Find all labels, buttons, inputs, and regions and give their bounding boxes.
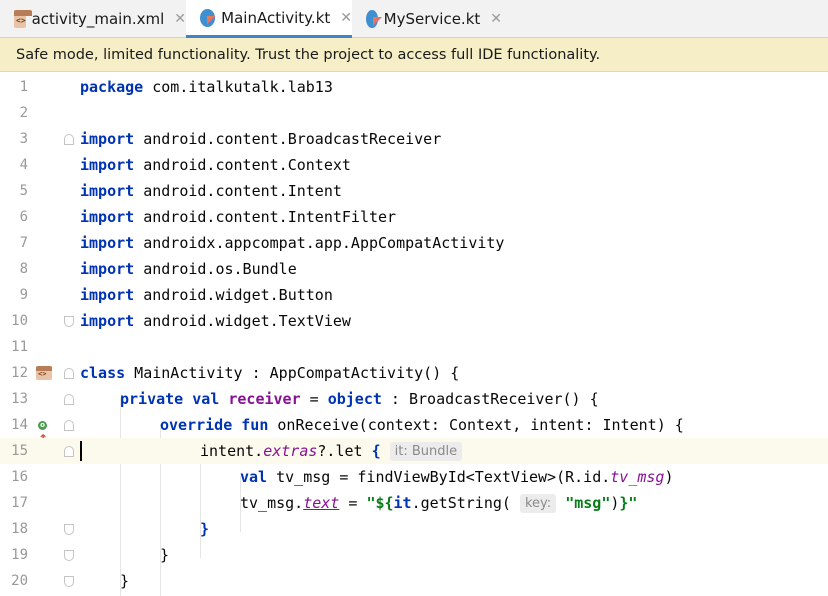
line-number: 9 bbox=[19, 287, 28, 303]
code-text: } bbox=[200, 520, 210, 538]
line-number: 10 bbox=[11, 313, 28, 329]
code-text: tv_msg.text = "${it.getString( key: "msg… bbox=[240, 494, 638, 513]
kotlin-class-icon bbox=[200, 8, 216, 27]
line-number: 19 bbox=[11, 547, 28, 563]
fold-toggle-icon[interactable] bbox=[64, 446, 74, 457]
code-line: 6 import android.content.IntentFilter bbox=[0, 204, 828, 230]
code-text: override fun onReceive(context: Context,… bbox=[160, 416, 684, 434]
code-text: import android.content.Context bbox=[80, 156, 351, 174]
code-line: 19 } bbox=[0, 542, 828, 568]
fold-toggle-icon[interactable] bbox=[64, 524, 74, 535]
line-number: 5 bbox=[19, 183, 28, 199]
safe-mode-banner: Safe mode, limited functionality. Trust … bbox=[0, 38, 828, 72]
fold-toggle-icon[interactable] bbox=[64, 394, 74, 405]
close-icon[interactable]: ✕ bbox=[174, 11, 186, 27]
code-line: 12 class MainActivity : AppCompatActivit… bbox=[0, 360, 828, 386]
override-method-icon[interactable]: o↑ bbox=[38, 418, 54, 446]
code-line-current: 15 intent.extras?.let { it: Bundle bbox=[0, 438, 828, 465]
close-icon[interactable]: ✕ bbox=[340, 10, 352, 26]
xml-file-icon bbox=[14, 10, 32, 28]
line-number: 14 bbox=[11, 417, 28, 433]
code-text: intent.extras?.let { it: Bundle bbox=[200, 438, 463, 464]
banner-text: Safe mode, limited functionality. Trust … bbox=[16, 46, 601, 63]
code-text: import android.widget.Button bbox=[80, 286, 333, 304]
code-text: import android.os.Bundle bbox=[80, 260, 297, 278]
code-text: import android.content.BroadcastReceiver bbox=[80, 130, 442, 148]
line-number: 4 bbox=[19, 157, 28, 173]
code-line: 17 tv_msg.text = "${it.getString( key: "… bbox=[0, 490, 828, 516]
tab-label: MyService.kt bbox=[383, 10, 481, 28]
tab-my-service-kt[interactable]: MyService.kt ✕ bbox=[352, 0, 502, 38]
code-line: 20 } bbox=[0, 568, 828, 594]
fold-toggle-icon[interactable] bbox=[64, 420, 74, 431]
code-line: 10 import android.widget.TextView bbox=[0, 308, 828, 334]
fold-toggle-icon[interactable] bbox=[64, 316, 74, 327]
fold-toggle-icon[interactable] bbox=[64, 576, 74, 587]
code-text: import android.content.Intent bbox=[80, 182, 342, 200]
line-number: 3 bbox=[19, 131, 28, 147]
line-number: 16 bbox=[11, 469, 28, 485]
line-number: 6 bbox=[19, 209, 28, 225]
class-layout-icon[interactable] bbox=[36, 366, 52, 380]
code-text: class MainActivity : AppCompatActivity()… bbox=[80, 364, 460, 382]
kotlin-class-icon bbox=[366, 10, 378, 28]
line-number: 18 bbox=[11, 521, 28, 537]
line-number: 1 bbox=[19, 79, 28, 95]
fold-toggle-icon[interactable] bbox=[64, 368, 74, 379]
code-line: 18 } bbox=[0, 516, 828, 542]
code-line: 2 bbox=[0, 100, 828, 126]
tab-activity-main-xml[interactable]: activity_main.xml ✕ bbox=[0, 0, 186, 38]
code-line: 3 import android.content.BroadcastReceiv… bbox=[0, 126, 828, 152]
line-number: 7 bbox=[19, 235, 28, 251]
fold-toggle-icon[interactable] bbox=[64, 550, 74, 561]
inlay-hint: key: bbox=[519, 494, 557, 513]
code-line: 7 import androidx.appcompat.app.AppCompa… bbox=[0, 230, 828, 256]
editor-tab-bar: activity_main.xml ✕ MainActivity.kt ✕ My… bbox=[0, 0, 828, 38]
line-number: 12 bbox=[11, 365, 28, 381]
line-number: 15 bbox=[11, 443, 28, 459]
tab-label: MainActivity.kt bbox=[221, 8, 331, 27]
code-line: 1 package com.italkutalk.lab13 bbox=[0, 74, 828, 100]
code-line: 11 bbox=[0, 334, 828, 360]
close-icon[interactable]: ✕ bbox=[490, 11, 502, 27]
code-line: 8 import android.os.Bundle bbox=[0, 256, 828, 282]
text-caret bbox=[80, 441, 82, 461]
code-text: import android.content.IntentFilter bbox=[80, 208, 397, 226]
line-number: 13 bbox=[11, 391, 28, 407]
code-text: import android.widget.TextView bbox=[80, 312, 351, 330]
code-text: package com.italkutalk.lab13 bbox=[80, 78, 333, 96]
code-text: } bbox=[120, 572, 130, 590]
line-number: 17 bbox=[11, 495, 28, 511]
code-line: 16 val tv_msg = findViewById<TextView>(R… bbox=[0, 464, 828, 490]
line-number: 11 bbox=[11, 339, 28, 355]
tab-label: activity_main.xml bbox=[31, 10, 165, 28]
line-number: 2 bbox=[19, 105, 28, 121]
code-text: } bbox=[160, 546, 170, 564]
fold-toggle-icon[interactable] bbox=[64, 134, 74, 145]
tab-main-activity-kt[interactable]: MainActivity.kt ✕ bbox=[186, 0, 352, 38]
inlay-hint: it: Bundle bbox=[389, 442, 463, 461]
code-line: 4 import android.content.Context bbox=[0, 152, 828, 178]
code-editor[interactable]: 1 package com.italkutalk.lab13 2 3 impor… bbox=[0, 72, 828, 596]
code-line: 9 import android.widget.Button bbox=[0, 282, 828, 308]
code-line: 14 o↑ override fun onReceive(context: Co… bbox=[0, 412, 828, 446]
line-number: 20 bbox=[11, 573, 28, 589]
code-line: 5 import android.content.Intent bbox=[0, 178, 828, 204]
code-line: 13 private val receiver = object : Broad… bbox=[0, 386, 828, 412]
code-text: import androidx.appcompat.app.AppCompatA… bbox=[80, 234, 505, 252]
code-text: val tv_msg = findViewById<TextView>(R.id… bbox=[240, 468, 674, 486]
code-text: private val receiver = object : Broadcas… bbox=[120, 390, 599, 408]
line-number: 8 bbox=[19, 261, 28, 277]
